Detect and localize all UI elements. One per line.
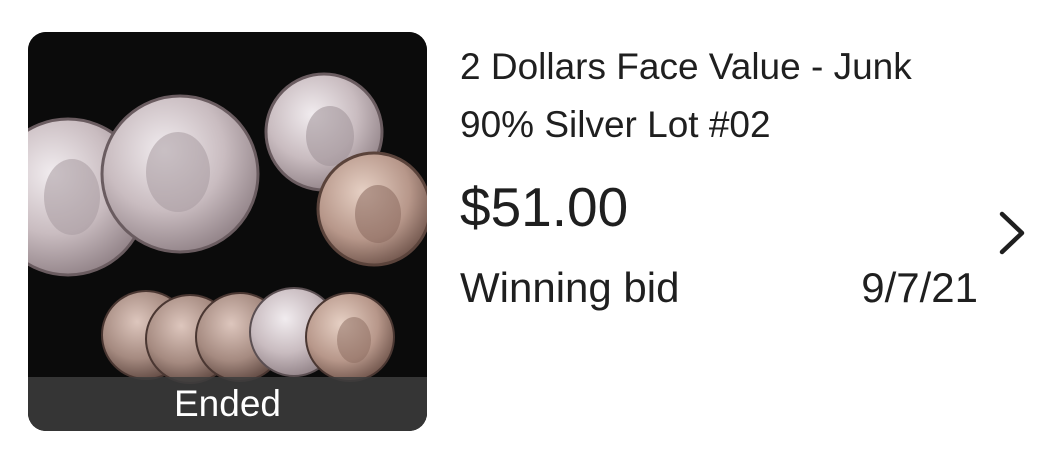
listing-title[interactable]: 2 Dollars Face Value - Junk 90% Silver L… [460, 38, 980, 154]
listing-thumbnail[interactable]: Ended [28, 32, 427, 431]
bid-status-label: Winning bid [460, 264, 680, 311]
ended-badge: Ended [28, 377, 427, 431]
silver-coins-image [28, 32, 427, 431]
listing-price: $51.00 [460, 176, 629, 238]
chevron-right-icon[interactable] [992, 205, 1032, 261]
listing-card[interactable]: Ended 2 Dollars Face Value - Junk 90% Si… [0, 0, 1056, 459]
end-date: 9/7/21 [861, 264, 978, 311]
